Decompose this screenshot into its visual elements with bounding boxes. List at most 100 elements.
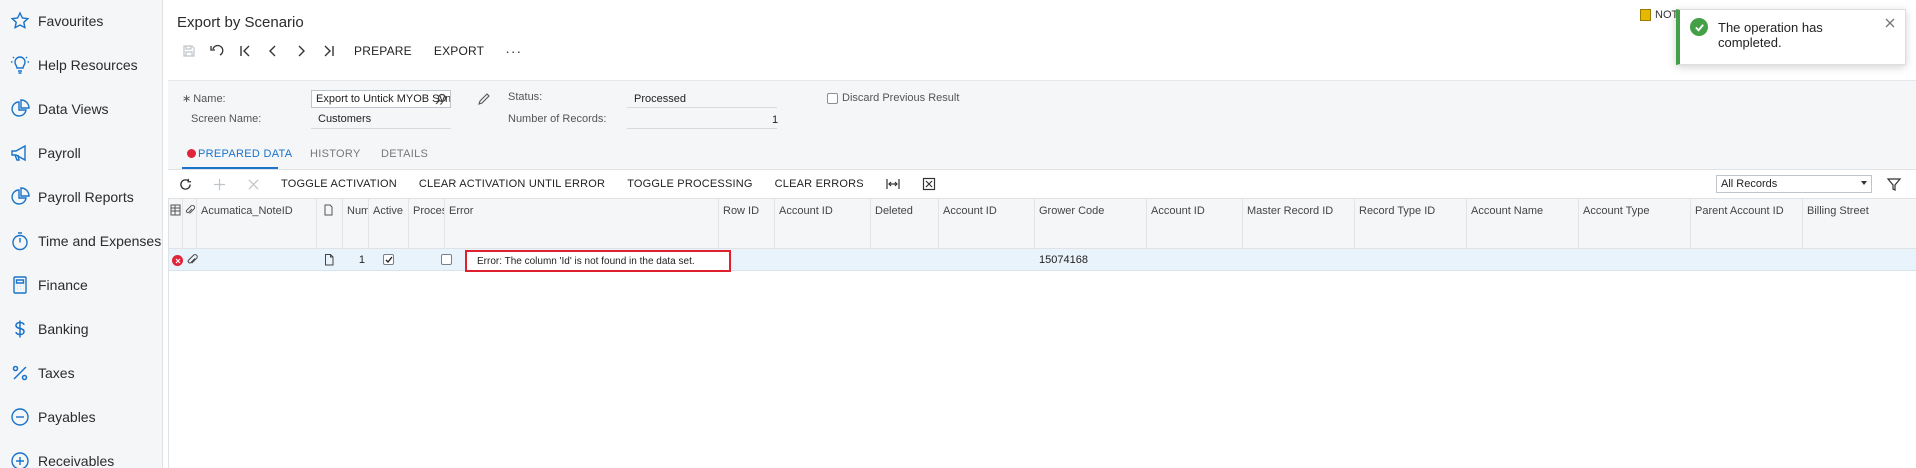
sidebar-item-finance[interactable]: Finance bbox=[0, 267, 163, 303]
column-header-document[interactable] bbox=[317, 199, 343, 249]
previous-record-icon[interactable] bbox=[259, 40, 287, 62]
paperclip-icon[interactable] bbox=[186, 253, 198, 266]
discard-previous-label: Discard Previous Result bbox=[842, 92, 960, 104]
tab-prepared-data[interactable]: PREPARED DATA bbox=[187, 148, 292, 160]
refresh-icon[interactable] bbox=[168, 172, 202, 196]
clear-errors-button[interactable]: CLEAR ERRORS bbox=[764, 178, 875, 190]
save-icon[interactable] bbox=[175, 40, 203, 62]
records-underline bbox=[627, 128, 777, 129]
sidebar-item-label: Payables bbox=[38, 409, 96, 425]
paperclip-icon bbox=[185, 204, 195, 214]
delete-row-icon[interactable] bbox=[236, 172, 270, 196]
note-icon bbox=[1640, 9, 1651, 21]
star-icon bbox=[9, 10, 31, 32]
column-header-account-id[interactable]: Account ID bbox=[1147, 199, 1243, 249]
sidebar-item-receivables[interactable]: Receivables bbox=[0, 443, 163, 468]
lightbulb-icon bbox=[9, 54, 31, 76]
sidebar-item-label: Finance bbox=[38, 277, 88, 293]
sidebar-item-data-views[interactable]: Data Views bbox=[0, 91, 163, 127]
edit-icon[interactable] bbox=[477, 92, 491, 106]
records-filter-select[interactable]: All Records bbox=[1716, 175, 1872, 193]
toast-message: The operation has completed. bbox=[1718, 20, 1823, 50]
sidebar-item-payables[interactable]: Payables bbox=[0, 399, 163, 435]
tab-details[interactable]: DETAILS bbox=[381, 148, 428, 160]
next-record-icon[interactable] bbox=[287, 40, 315, 62]
sidebar-item-label: Banking bbox=[38, 321, 89, 337]
column-header-attachment[interactable] bbox=[183, 199, 197, 249]
active-checkbox[interactable] bbox=[383, 254, 394, 265]
sidebar-item-banking[interactable]: Banking bbox=[0, 311, 163, 347]
active-tab-indicator bbox=[182, 167, 278, 169]
column-header-billing-street[interactable]: Billing Street bbox=[1803, 199, 1916, 249]
records-label: Number of Records: bbox=[508, 113, 607, 125]
percent-icon bbox=[9, 362, 31, 384]
page-title: Export by Scenario bbox=[177, 14, 304, 31]
column-header-parent-account-id[interactable]: Parent Account ID bbox=[1691, 199, 1803, 249]
sidebar-item-label: Payroll bbox=[38, 145, 81, 161]
prepared-data-grid: Acumatica_NoteID Num Active Proces Error… bbox=[168, 198, 1916, 468]
cell-grower-code: 15074168 bbox=[1039, 254, 1088, 266]
column-header-selector[interactable] bbox=[169, 199, 183, 249]
filter-icon[interactable] bbox=[1886, 176, 1902, 192]
grid-header: Acumatica_NoteID Num Active Proces Error… bbox=[169, 199, 1916, 249]
tab-history[interactable]: HISTORY bbox=[310, 148, 361, 160]
toggle-processing-button[interactable]: TOGGLE PROCESSING bbox=[616, 178, 763, 190]
column-header-account-id[interactable]: Account ID bbox=[775, 199, 871, 249]
export-button[interactable]: EXPORT bbox=[423, 44, 495, 58]
last-record-icon[interactable] bbox=[315, 40, 343, 62]
pie-chart-icon bbox=[9, 98, 31, 120]
status-underline bbox=[627, 107, 777, 108]
column-header-account-type[interactable]: Account Type bbox=[1579, 199, 1691, 249]
cell-error[interactable]: Error: The column 'Id' is not found in t… bbox=[465, 250, 731, 272]
sidebar-item-payroll-reports[interactable]: Payroll Reports bbox=[0, 179, 163, 215]
records-value: 1 bbox=[772, 114, 779, 126]
megaphone-icon bbox=[9, 142, 31, 164]
fit-columns-icon[interactable] bbox=[875, 172, 911, 196]
name-selector[interactable]: Export to Untick MYOB Sync bbox=[311, 90, 451, 108]
pie-chart-icon bbox=[9, 186, 31, 208]
column-header-error[interactable]: Error bbox=[445, 199, 719, 249]
prepare-button[interactable]: PREPARE bbox=[343, 44, 423, 58]
sidebar-item-taxes[interactable]: Taxes bbox=[0, 355, 163, 391]
screen-name-value: Customers bbox=[318, 113, 372, 125]
column-header-row-id[interactable]: Row ID bbox=[719, 199, 775, 249]
table-row[interactable]: 1 Error: The column 'Id' is not found in… bbox=[169, 249, 1916, 272]
toggle-activation-button[interactable]: TOGGLE ACTIVATION bbox=[270, 178, 408, 190]
sidebar-item-label: Receivables bbox=[38, 453, 115, 468]
sidebar-item-label: Time and Expenses bbox=[38, 233, 162, 249]
main-toolbar: PREPARE EXPORT ··· bbox=[175, 40, 532, 62]
column-header-record-type-id[interactable]: Record Type ID bbox=[1355, 199, 1467, 249]
sidebar-item-label: Favourites bbox=[38, 13, 104, 29]
undo-icon[interactable] bbox=[203, 40, 231, 62]
clear-activation-button[interactable]: CLEAR ACTIVATION UNTIL ERROR bbox=[408, 178, 616, 190]
first-record-icon[interactable] bbox=[231, 40, 259, 62]
error-icon bbox=[187, 149, 196, 158]
document-icon[interactable] bbox=[323, 253, 335, 266]
column-header-master-record-id[interactable]: Master Record ID bbox=[1243, 199, 1355, 249]
column-header-account-name[interactable]: Account Name bbox=[1467, 199, 1579, 249]
sidebar-item-time-and-expenses[interactable]: Time and Expenses bbox=[0, 223, 163, 259]
column-header-num[interactable]: Num bbox=[343, 199, 369, 249]
sidebar-item-payroll[interactable]: Payroll bbox=[0, 135, 163, 171]
error-icon bbox=[172, 255, 183, 266]
grid-settings-icon[interactable] bbox=[170, 204, 181, 216]
stopwatch-icon bbox=[9, 230, 31, 252]
processed-checkbox[interactable] bbox=[441, 254, 452, 265]
sidebar-item-help-resources[interactable]: Help Resources bbox=[0, 47, 163, 83]
column-header-deleted[interactable]: Deleted bbox=[871, 199, 939, 249]
more-actions-button[interactable]: ··· bbox=[495, 43, 532, 59]
export-excel-icon[interactable] bbox=[911, 172, 947, 196]
search-icon[interactable] bbox=[435, 93, 447, 105]
calculator-icon bbox=[9, 274, 31, 296]
sidebar-item-favourites[interactable]: Favourites bbox=[0, 3, 163, 39]
column-header-account-id[interactable]: Account ID bbox=[939, 199, 1035, 249]
cell-num: 1 bbox=[358, 254, 365, 266]
column-header-active[interactable]: Active bbox=[369, 199, 409, 249]
add-row-icon[interactable] bbox=[202, 172, 236, 196]
column-header-note-id[interactable]: Acumatica_NoteID bbox=[197, 199, 317, 249]
discard-previous-checkbox[interactable] bbox=[827, 93, 838, 104]
column-header-grower-code[interactable]: Grower Code bbox=[1035, 199, 1147, 249]
close-icon[interactable] bbox=[1883, 16, 1897, 30]
column-header-processed[interactable]: Proces bbox=[409, 199, 445, 249]
summary-form: ∗ Name: Export to Untick MYOB Sync Screen… bbox=[168, 80, 1916, 140]
